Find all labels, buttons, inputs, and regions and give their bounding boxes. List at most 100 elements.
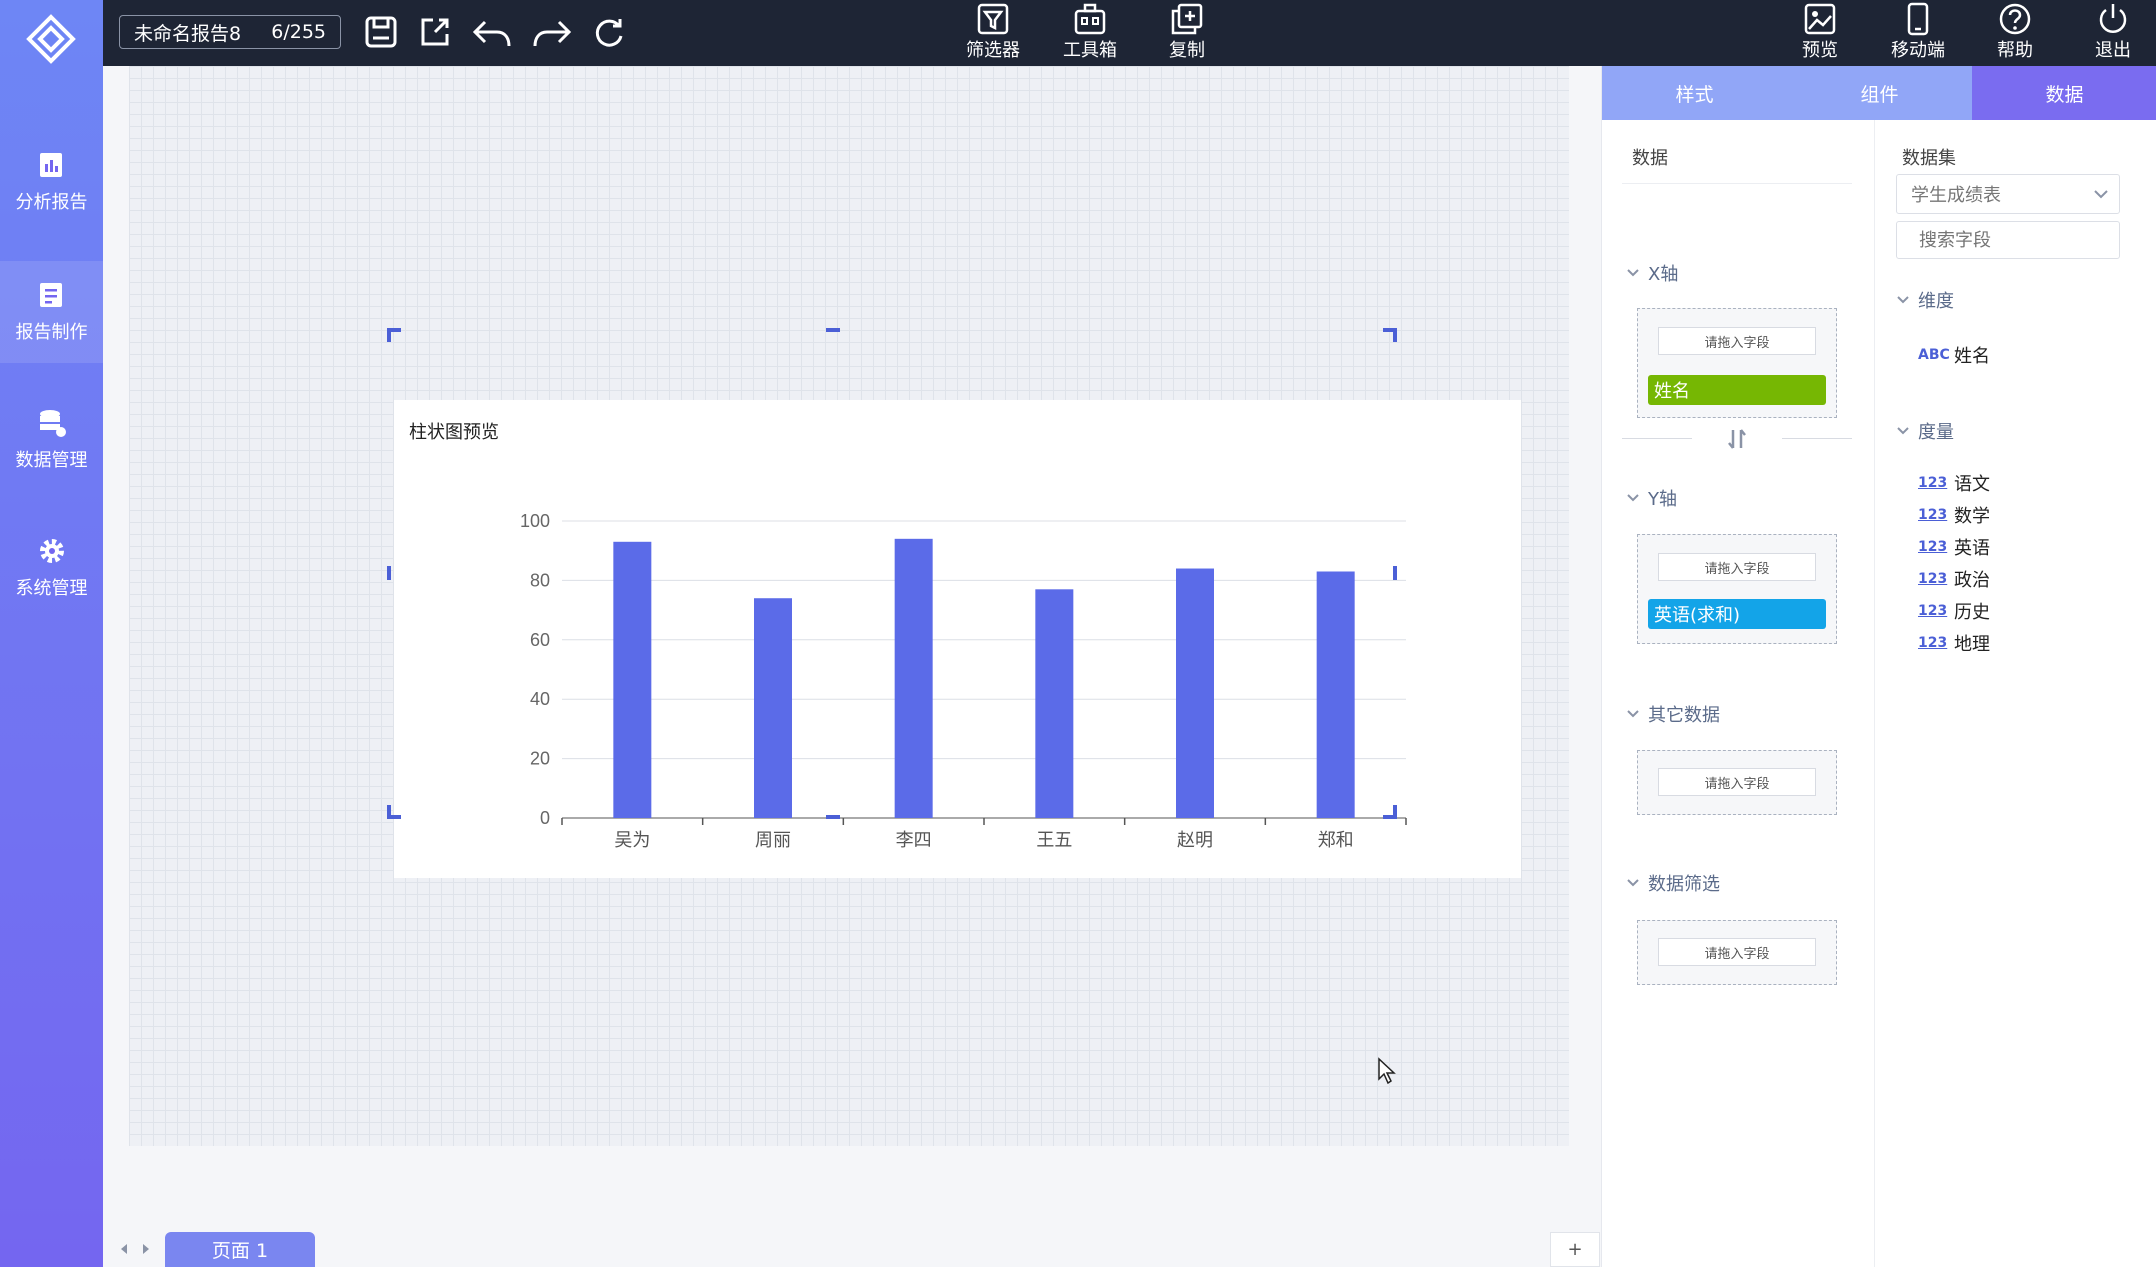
data-binding-column: 数据 X轴 请拖入字段 姓名 Y轴 请拖入字段 英语(求和) 其它数据 请拖入字…	[1602, 120, 1875, 1267]
resize-handle-bottom[interactable]	[826, 815, 840, 819]
divider	[1622, 438, 1692, 439]
y-axis-field-chip[interactable]: 英语(求和)	[1648, 599, 1826, 629]
field-name: 地理	[1954, 634, 1990, 655]
page-tab-1[interactable]: 页面 1	[165, 1232, 315, 1267]
y-tick-label: 20	[530, 749, 550, 769]
bar-chart-widget[interactable]: 柱状图预览 0 20 40 60 80 100 吴为 周丽 李四 王五 赵明 郑和	[394, 400, 1521, 878]
dimension-section-toggle[interactable]: 维度	[1896, 287, 1954, 313]
mobile-button[interactable]: 移动端	[1883, 0, 1953, 66]
bar-chart: 0 20 40 60 80 100 吴为 周丽 李四 王五 赵明 郑和	[520, 511, 1407, 851]
data-filter-title: 数据筛选	[1648, 874, 1720, 895]
resize-handle-bl[interactable]	[387, 805, 391, 819]
database-icon	[39, 410, 66, 437]
field-name: 姓名	[1954, 346, 1990, 367]
dataset-select[interactable]: 学生成绩表	[1896, 174, 2120, 214]
y-tick-label: 60	[530, 630, 550, 650]
logout-button[interactable]: 退出	[2083, 0, 2143, 66]
design-grid[interactable]: 柱状图预览 0 20 40 60 80 100 吴为 周丽 李四 王五 赵明 郑和	[129, 66, 1569, 1146]
report-count: 6/255	[271, 21, 326, 43]
resize-handle-right[interactable]	[1393, 566, 1397, 580]
report-name-field[interactable]: 未命名报告8 6/255	[119, 15, 341, 49]
field-name: 英语	[1954, 538, 1990, 559]
field-search-input[interactable]	[1896, 221, 2120, 259]
x-tick-label: 郑和	[1318, 830, 1354, 851]
bar	[1316, 571, 1355, 818]
left-sidebar: 分析报告 报告制作 数据管理 系统管理	[0, 0, 103, 1267]
dataset-selected: 学生成绩表	[1911, 185, 2001, 206]
preview-button[interactable]: 预览	[1790, 0, 1850, 66]
measure-field[interactable]: 123 数学	[1918, 502, 1990, 528]
page-tab-bar: 页面 1 +	[103, 1232, 1601, 1267]
y-tick-label: 100	[520, 511, 550, 531]
copy-button[interactable]: 复制	[1157, 0, 1217, 66]
resize-handle-br[interactable]	[1393, 805, 1397, 819]
data-filter-section-toggle[interactable]: 数据筛选	[1626, 870, 1720, 896]
report-name: 未命名报告8	[134, 22, 242, 45]
sidebar-item-label: 分析报告	[15, 192, 88, 213]
measure-field[interactable]: 123 英语	[1918, 534, 1990, 560]
chevron-down-icon	[1897, 427, 1909, 435]
sidebar-item-system-management[interactable]: 系统管理	[0, 517, 103, 619]
sidebar-item-report-edit[interactable]: 报告制作	[0, 261, 103, 363]
x-tick-label: 李四	[896, 830, 932, 851]
undo-icon[interactable]	[471, 14, 513, 50]
add-page-button[interactable]: +	[1550, 1232, 1600, 1267]
preview-icon	[1804, 3, 1836, 35]
x-axis-field-chip[interactable]: 姓名	[1648, 375, 1826, 405]
dimension-field-name[interactable]: ABC 姓名	[1918, 342, 1990, 368]
export-icon[interactable]	[417, 14, 453, 50]
y-axis-title: Y轴	[1648, 489, 1677, 510]
bar	[1035, 589, 1074, 818]
refresh-icon[interactable]	[591, 14, 627, 50]
toolbox-label: 工具箱	[1063, 40, 1117, 61]
bar	[754, 598, 792, 818]
dataset-column: 数据集 学生成绩表 维度 ABC 姓名 度量 123 语文 123 数学 123	[1874, 120, 2156, 1267]
y-axis-section-toggle[interactable]: Y轴	[1626, 485, 1677, 511]
help-icon	[1999, 3, 2031, 35]
toolbox-icon	[1074, 3, 1106, 35]
filter-button[interactable]: 筛选器	[963, 0, 1023, 66]
drop-hint: 请拖入字段	[1658, 327, 1816, 355]
measure-title: 度量	[1918, 422, 1954, 443]
page-scroll-arrows-icon[interactable]	[119, 1242, 153, 1256]
measure-section-toggle[interactable]: 度量	[1896, 418, 1954, 444]
x-axis-drop-zone[interactable]: 请拖入字段 姓名	[1637, 308, 1837, 418]
x-axis-section-toggle[interactable]: X轴	[1626, 260, 1678, 286]
other-data-drop-zone[interactable]: 请拖入字段	[1637, 750, 1837, 815]
resize-handle-tl[interactable]	[387, 328, 391, 342]
tab-data[interactable]: 数据	[1972, 66, 2156, 120]
data-filter-drop-zone[interactable]: 请拖入字段	[1637, 920, 1837, 985]
measure-field[interactable]: 123 历史	[1918, 598, 1990, 624]
other-data-section-toggle[interactable]: 其它数据	[1626, 701, 1720, 727]
tab-style[interactable]: 样式	[1602, 66, 1787, 120]
report-edit-icon	[39, 283, 62, 307]
y-axis-drop-zone[interactable]: 请拖入字段 英语(求和)	[1637, 534, 1837, 644]
save-icon[interactable]	[363, 14, 399, 50]
y-tick-label: 40	[530, 689, 550, 709]
drop-hint: 请拖入字段	[1658, 768, 1816, 796]
app-logo-icon[interactable]	[26, 14, 76, 64]
logout-label: 退出	[2095, 40, 2131, 61]
resize-handle-top[interactable]	[826, 328, 840, 332]
tab-components[interactable]: 组件	[1787, 66, 1972, 120]
bar	[894, 538, 933, 818]
other-data-title: 其它数据	[1648, 705, 1720, 726]
redo-icon[interactable]	[531, 14, 573, 50]
resize-handle-tr[interactable]	[1393, 328, 1397, 342]
chevron-down-icon	[1627, 269, 1639, 277]
measure-field[interactable]: 123 语文	[1918, 470, 1990, 496]
help-button[interactable]: 帮助	[1985, 0, 2045, 66]
field-name: 历史	[1954, 602, 1990, 623]
field-name: 政治	[1954, 570, 1990, 591]
sidebar-item-data-management[interactable]: 数据管理	[0, 389, 103, 491]
swap-icon[interactable]	[1724, 426, 1750, 452]
resize-handle-left[interactable]	[387, 566, 391, 580]
filter-label: 筛选器	[966, 40, 1020, 61]
number-type-icon: 123	[1918, 475, 1948, 491]
sidebar-item-analysis-report[interactable]: 分析报告	[0, 131, 103, 233]
swap-axes	[1622, 424, 1852, 454]
toolbox-button[interactable]: 工具箱	[1060, 0, 1120, 66]
measure-field[interactable]: 123 政治	[1918, 566, 1990, 592]
measure-field[interactable]: 123 地理	[1918, 630, 1990, 656]
y-tick-label: 80	[530, 570, 550, 590]
